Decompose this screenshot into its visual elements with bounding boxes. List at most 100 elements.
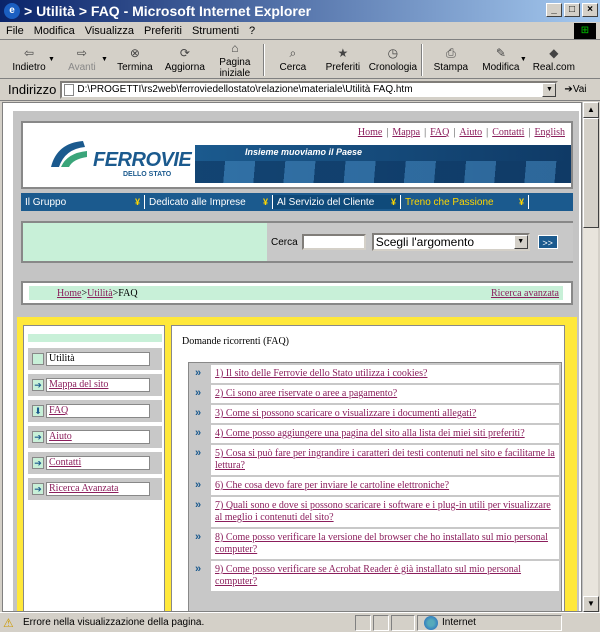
sidebar-item-faq[interactable]: ⬇ FAQ — [28, 400, 162, 422]
menu-modifica[interactable]: Modifica — [34, 25, 75, 37]
sidebar-item-label: FAQ — [46, 404, 150, 418]
sidebar: Utilità ➔ Mappa del sito ⬇ FAQ ➔ Aiuto ➔… — [23, 325, 165, 611]
content-frame: Utilità ➔ Mappa del sito ⬇ FAQ ➔ Aiuto ➔… — [17, 317, 577, 611]
menu-help[interactable]: ? — [249, 25, 255, 37]
menu-preferiti[interactable]: Preferiti — [144, 25, 182, 37]
minimize-button[interactable]: _ — [546, 3, 562, 17]
toplink-faq[interactable]: FAQ — [430, 127, 449, 138]
print-button[interactable]: ⎙ Stampa — [426, 46, 476, 73]
title-bar: e > Utilità > FAQ - Microsoft Internet E… — [0, 0, 600, 22]
address-input[interactable]: D:\PROGETTI\rs2web\ferroviedellostato\re… — [60, 80, 559, 99]
banner-train-image — [195, 161, 571, 183]
sidebar-item-ricerca-avanzata[interactable]: ➔ Ricerca Avanzata — [28, 478, 162, 500]
faq-item: » 6) Che cosa devo fare per inviare le ca… — [191, 477, 559, 495]
printer-icon: ⎙ — [446, 46, 456, 60]
edit-dropdown-icon[interactable]: ▼ — [520, 56, 527, 63]
stop-button[interactable]: ⊗ Termina — [110, 46, 160, 73]
sidebar-item-utilita: Utilità — [28, 348, 162, 370]
advanced-search-link[interactable]: Ricerca avanzata — [491, 288, 559, 299]
arrow-right-icon: ➔ — [32, 379, 44, 391]
faq-item: » 4) Come posso aggiungere una pagina del… — [191, 425, 559, 443]
warning-icon[interactable]: ⚠ — [3, 616, 19, 630]
topic-select[interactable]: Scegli l'argomento ▼ — [371, 233, 530, 251]
sidebar-item-label: Contatti — [46, 456, 150, 470]
favorites-button[interactable]: ★ Preferiti — [318, 46, 368, 73]
stop-icon: ⊗ — [129, 46, 140, 60]
sidebar-item-aiuto[interactable]: ➔ Aiuto — [28, 426, 162, 448]
double-chevron-icon: » — [191, 425, 211, 443]
scroll-thumb[interactable] — [583, 118, 599, 228]
link-separator: | — [453, 127, 456, 138]
history-label: Cronologia — [368, 62, 418, 73]
logo-subtext: DELLO STATO — [123, 171, 172, 178]
arrow-right-icon: ➔ — [32, 483, 44, 495]
toplink-contatti[interactable]: Contatti — [492, 127, 524, 138]
go-button[interactable]: ➔Vai — [564, 84, 586, 95]
go-label: Vai — [572, 84, 587, 95]
faq-link[interactable]: 2) Ci sono aree riservate o aree a pagam… — [211, 385, 559, 403]
search-button[interactable]: ⌕ Cerca — [268, 46, 318, 73]
nav-label: Treno che Passione — [405, 196, 494, 208]
scroll-up-icon[interactable]: ▲ — [583, 102, 599, 118]
faq-link[interactable]: 1) Il sito delle Ferrovie dello Stato ut… — [211, 365, 559, 383]
menu-visualizza[interactable]: Visualizza — [85, 25, 134, 37]
double-chevron-icon: » — [191, 529, 211, 559]
nav-il-gruppo[interactable]: Il Gruppo ¥ — [21, 195, 145, 209]
site-header: FERROVIE DELLO STATO Home | Mappa | FAQ | A… — [21, 121, 573, 189]
double-chevron-icon: » — [191, 365, 211, 383]
sidebar-header — [28, 334, 162, 342]
search-go-button[interactable]: >> — [537, 235, 558, 249]
faq-item: » 3) Come si possono scaricare o visualiz… — [191, 405, 559, 423]
faq-item: » 1) Il sito delle Ferrovie dello Stato u… — [191, 365, 559, 383]
windows-logo-icon: ⊞ — [574, 23, 596, 39]
toplink-home[interactable]: Home — [358, 127, 382, 138]
refresh-button[interactable]: ⟳ Aggiorna — [160, 46, 210, 73]
link-separator: | — [486, 127, 489, 138]
faq-link[interactable]: 8) Come posso verificare la versione del… — [211, 529, 559, 559]
search-label: Cerca — [271, 236, 298, 248]
fs-logo[interactable]: FERROVIE DELLO STATO — [27, 127, 193, 185]
sidebar-item-contatti[interactable]: ➔ Contatti — [28, 452, 162, 474]
faq-link[interactable]: 9) Come posso verificare se Acrobat Read… — [211, 561, 559, 591]
security-zone: Internet — [417, 614, 562, 631]
faq-link[interactable]: 5) Cosa si può fare per ingrandire i car… — [211, 445, 559, 475]
scroll-down-icon[interactable]: ▼ — [583, 596, 599, 612]
breadcrumb-home[interactable]: Home — [57, 288, 81, 299]
faq-link[interactable]: 3) Come si possono scaricare o visualizz… — [211, 405, 559, 423]
nav-imprese[interactable]: Dedicato alle Imprese ¥ — [145, 195, 273, 209]
faq-title: Domande ricorrenti (FAQ) — [182, 336, 290, 347]
nav-servizio-cliente[interactable]: Al Servizio del Cliente ¥ — [273, 195, 401, 209]
chevron-down-icon: ▼ — [513, 235, 528, 249]
breadcrumb: Home > Utilità > FAQ Ricerca avanzata — [29, 286, 563, 300]
menu-file[interactable]: File — [6, 25, 24, 37]
breadcrumb-utilita[interactable]: Utilità — [87, 288, 113, 299]
home-button[interactable]: ⌂ Pagina iniziale — [210, 41, 260, 79]
vertical-scrollbar[interactable]: ▲ ▼ — [582, 102, 599, 612]
faq-link[interactable]: 6) Che cosa devo fare per inviare le car… — [211, 477, 559, 495]
address-dropdown-icon[interactable]: ▼ — [542, 82, 557, 97]
edit-button[interactable]: ✎ Modifica — [476, 46, 526, 73]
maximize-button[interactable]: □ — [564, 3, 580, 17]
toplink-english[interactable]: English — [534, 127, 565, 138]
sidebar-item-mappa[interactable]: ➔ Mappa del sito — [28, 374, 162, 396]
toplink-mappa[interactable]: Mappa — [392, 127, 420, 138]
faq-link[interactable]: 4) Come posso aggiungere una pagina del … — [211, 425, 559, 443]
faq-item: » 7) Quali sono e dove si possono scarica… — [191, 497, 559, 527]
back-dropdown-icon[interactable]: ▼ — [48, 56, 55, 63]
menu-strumenti[interactable]: Strumenti — [192, 25, 239, 37]
close-button[interactable]: × — [582, 3, 598, 17]
slogan: Insieme muoviamo il Paese — [245, 147, 363, 157]
search-input[interactable] — [301, 234, 366, 250]
window-title: > Utilità > FAQ - Microsoft Internet Exp… — [24, 3, 312, 19]
forward-dropdown-icon[interactable]: ▼ — [101, 56, 108, 63]
forward-button[interactable]: ⇨ Avanti — [57, 46, 107, 73]
page-viewport: FERROVIE DELLO STATO Home | Mappa | FAQ | A… — [2, 102, 582, 612]
toplink-aiuto[interactable]: Aiuto — [459, 127, 482, 138]
nav-treno-passione[interactable]: Treno che Passione ¥ — [401, 195, 529, 209]
faq-link[interactable]: 7) Quali sono e dove si possono scaricar… — [211, 497, 559, 527]
arrow-down-icon: ⬇ — [32, 405, 44, 417]
real-button[interactable]: ◆ Real.com — [529, 46, 579, 73]
arrow-right-icon: ➔ — [32, 457, 44, 469]
back-button[interactable]: ⇦ Indietro — [4, 46, 54, 73]
history-button[interactable]: ◷ Cronologia — [368, 46, 418, 73]
